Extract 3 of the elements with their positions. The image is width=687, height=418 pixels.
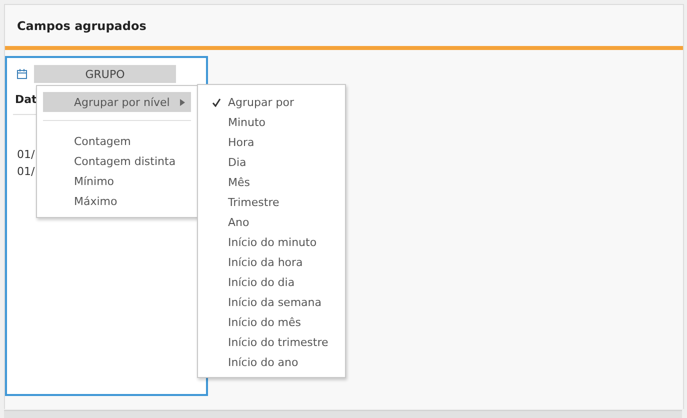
- date-value: 01/: [17, 165, 36, 178]
- panel-title: Campos agrupados: [16, 18, 148, 35]
- field-label: Dat: [15, 93, 37, 106]
